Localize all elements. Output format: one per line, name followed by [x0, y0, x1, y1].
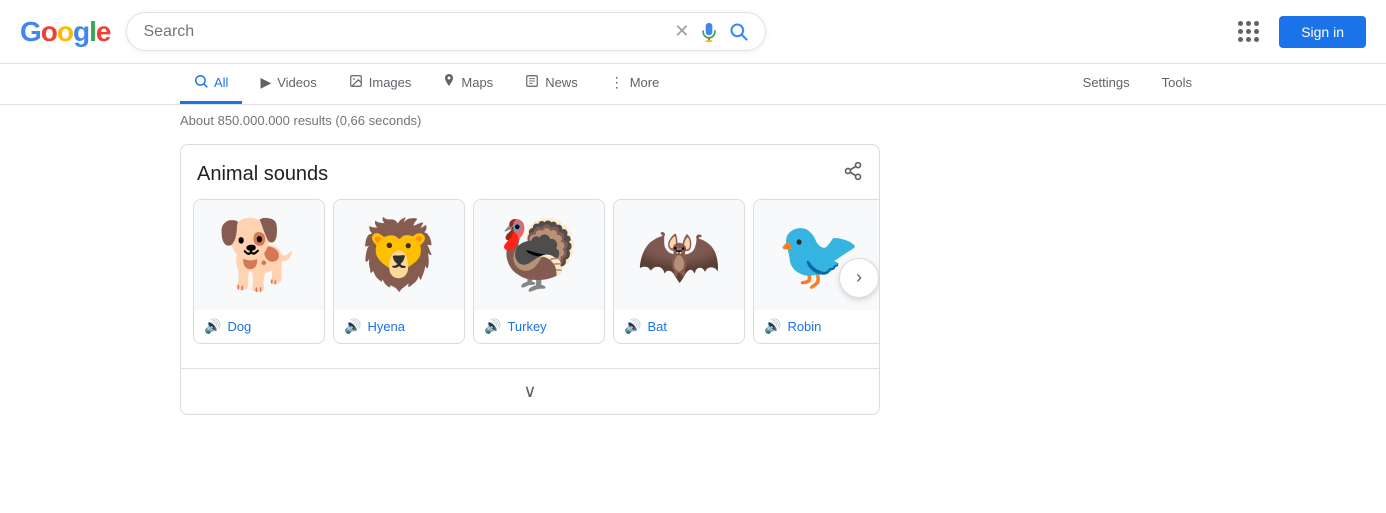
more-icon: ⋮: [610, 74, 624, 91]
tab-more-label: More: [630, 75, 660, 90]
nav-tabs: All ▶ Videos Images Maps News ⋮ More Set…: [0, 64, 1386, 105]
tools-link[interactable]: Tools: [1148, 65, 1206, 103]
search-submit-button[interactable]: [729, 22, 749, 42]
share-button[interactable]: [843, 161, 863, 187]
apps-grid-icon: [1238, 21, 1259, 42]
robin-label: 🔊 Robin: [754, 310, 879, 343]
robin-name: Robin: [787, 319, 821, 334]
voice-search-button[interactable]: [699, 22, 719, 42]
videos-icon: ▶: [260, 74, 271, 91]
logo-letter-g: G: [20, 16, 41, 47]
sound-icon-turkey: 🔊: [484, 318, 501, 335]
all-icon: [194, 74, 208, 91]
dog-label: 🔊 Dog: [194, 310, 324, 343]
header-right: Sign in: [1230, 13, 1366, 50]
expand-icon: ∨: [523, 381, 536, 401]
animal-card-dog[interactable]: 🐕 🔊 Dog: [193, 199, 325, 344]
dog-emoji: 🐕: [217, 215, 302, 295]
search-input[interactable]: What sound does a dog make: [143, 23, 664, 41]
tab-videos-label: Videos: [277, 75, 317, 90]
sound-icon: 🔊: [204, 318, 221, 335]
tab-more[interactable]: ⋮ More: [596, 64, 674, 104]
logo-letter-o2: o: [57, 16, 73, 47]
images-icon: [349, 74, 363, 91]
animal-card-hyena[interactable]: 🦁 🔊 Hyena: [333, 199, 465, 344]
turkey-name: Turkey: [507, 319, 546, 334]
tab-all-label: All: [214, 75, 228, 90]
logo-letter-g2: g: [73, 16, 89, 47]
animal-card-bat[interactable]: 🦇 🔊 Bat: [613, 199, 745, 344]
tab-maps[interactable]: Maps: [429, 64, 507, 104]
dog-name: Dog: [227, 319, 251, 334]
results-count: About 850.000.000 results (0,66 seconds): [0, 105, 1386, 136]
tab-maps-label: Maps: [461, 75, 493, 90]
bat-image: 🦇: [614, 200, 744, 310]
hyena-image: 🦁: [334, 200, 464, 310]
tab-images-label: Images: [369, 75, 412, 90]
show-more-button[interactable]: ∨: [181, 368, 879, 414]
bat-label: 🔊 Bat: [614, 310, 744, 343]
header: Google What sound does a dog make ✕: [0, 0, 1386, 64]
sign-in-button[interactable]: Sign in: [1279, 16, 1366, 48]
tab-news[interactable]: News: [511, 64, 592, 104]
nav-right: Settings Tools: [1069, 65, 1206, 103]
panel-title: Animal sounds: [197, 163, 328, 186]
dog-image: 🐕: [194, 200, 324, 310]
animals-scroll: 🐕 🔊 Dog 🦁 🔊 Hyena 🦃: [181, 199, 879, 344]
logo-letter-e: e: [96, 16, 111, 47]
google-apps-button[interactable]: [1230, 13, 1267, 50]
clear-search-button[interactable]: ✕: [674, 21, 689, 42]
logo-letter-o1: o: [41, 16, 57, 47]
hyena-name: Hyena: [367, 319, 405, 334]
tab-news-label: News: [545, 75, 578, 90]
next-arrow-button[interactable]: ›: [839, 258, 879, 298]
knowledge-panel: Animal sounds 🐕 🔊 Dog: [180, 144, 880, 415]
hyena-emoji: 🦁: [357, 215, 442, 295]
logo-letter-l: l: [89, 16, 96, 47]
google-logo[interactable]: Google: [20, 16, 110, 48]
sound-icon-robin: 🔊: [764, 318, 781, 335]
tab-all[interactable]: All: [180, 64, 242, 104]
sound-icon-hyena: 🔊: [344, 318, 361, 335]
search-bar: What sound does a dog make ✕: [126, 12, 766, 51]
settings-link[interactable]: Settings: [1069, 65, 1144, 103]
bat-emoji: 🦇: [637, 215, 722, 295]
tab-videos[interactable]: ▶ Videos: [246, 64, 330, 104]
maps-icon: [443, 74, 455, 91]
sound-icon-bat: 🔊: [624, 318, 641, 335]
hyena-label: 🔊 Hyena: [334, 310, 464, 343]
turkey-label: 🔊 Turkey: [474, 310, 604, 343]
tab-images[interactable]: Images: [335, 64, 426, 104]
bat-name: Bat: [647, 319, 667, 334]
turkey-image: 🦃: [474, 200, 604, 310]
news-icon: [525, 74, 539, 91]
animal-card-turkey[interactable]: 🦃 🔊 Turkey: [473, 199, 605, 344]
turkey-emoji: 🦃: [497, 215, 582, 295]
panel-header: Animal sounds: [181, 161, 879, 199]
